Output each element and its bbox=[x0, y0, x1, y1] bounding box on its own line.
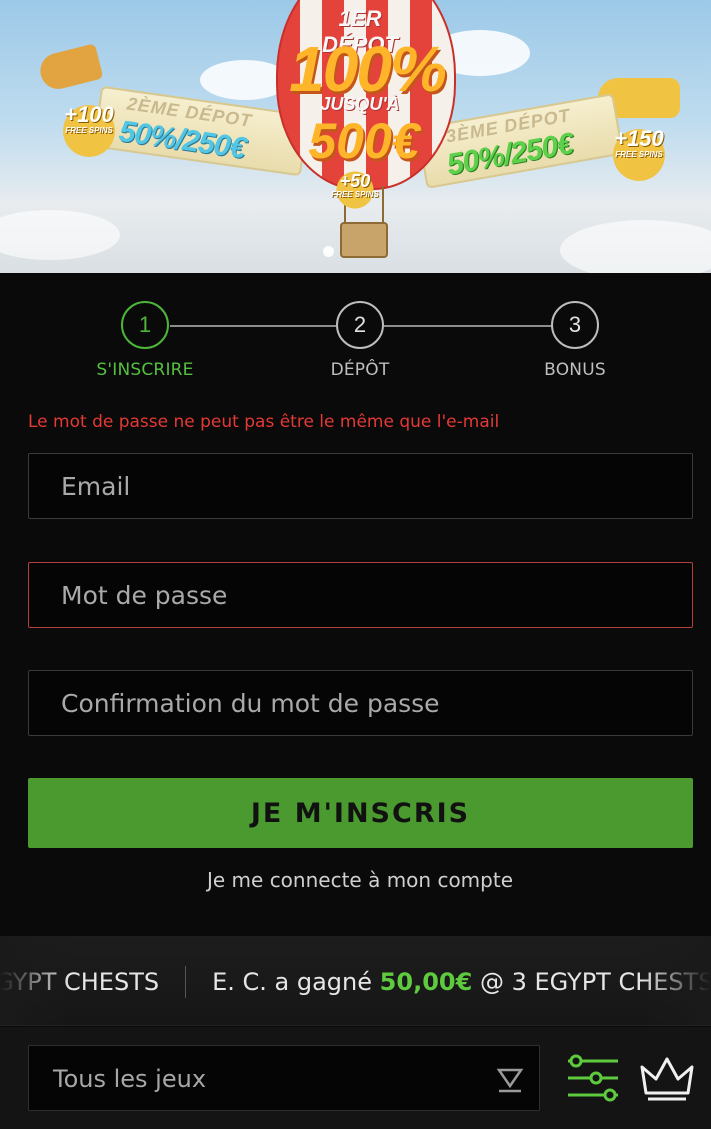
promo-banner[interactable]: 2ÈME DÉPOT 50%/250€ 3ÈME DÉPOT 50%/250€ … bbox=[0, 0, 711, 273]
ticker-fade-right bbox=[641, 936, 711, 1025]
deposit2-spins-number: +100 bbox=[64, 102, 114, 127]
email-field[interactable] bbox=[28, 453, 693, 519]
email-input[interactable] bbox=[29, 454, 692, 518]
step-connector bbox=[170, 325, 336, 327]
carousel-dot-active[interactable] bbox=[323, 246, 334, 257]
login-link[interactable]: Je me connecte à mon compte bbox=[0, 868, 711, 892]
deposit3-spins-badge: +150 FREE SPINS bbox=[606, 122, 672, 188]
balloon-basket bbox=[340, 222, 388, 258]
chevron-down-icon bbox=[496, 1068, 524, 1093]
deposit1-spins-badge: +50 FREE SPINS bbox=[330, 168, 380, 212]
ticker-win-amount: 50,00€ bbox=[379, 968, 473, 996]
deposit1-spins-label: FREE SPINS bbox=[331, 190, 379, 199]
balloon-rope bbox=[382, 186, 384, 224]
ticker-track: EGYPT CHESTS E. C. a gagné 50,00€ @ 3 EG… bbox=[0, 966, 711, 998]
ticker-divider bbox=[185, 966, 187, 998]
step-3-circle: 3 bbox=[551, 301, 599, 349]
step-2-circle: 2 bbox=[336, 301, 384, 349]
ticker-fade-left bbox=[0, 936, 70, 1025]
password-field[interactable] bbox=[28, 562, 693, 628]
ticker-winner-text: E. C. a gagné bbox=[212, 968, 373, 996]
deposit2-spins-label: FREE SPINS bbox=[65, 126, 113, 135]
step-1-circle: 1 bbox=[121, 301, 169, 349]
password-input[interactable] bbox=[29, 563, 692, 627]
deposit2-spins-badge: +100 FREE SPINS bbox=[56, 98, 122, 164]
winners-ticker: EGYPT CHESTS E. C. a gagné 50,00€ @ 3 EG… bbox=[0, 936, 711, 1026]
bottom-toolbar: Tous les jeux bbox=[0, 1027, 711, 1129]
cloud-decoration bbox=[560, 220, 711, 273]
register-button[interactable]: JE M'INSCRIS bbox=[28, 778, 693, 848]
deposit3-spins-number: +150 bbox=[614, 126, 664, 151]
deposit1-spins-number: +50 bbox=[339, 171, 371, 191]
crown-icon[interactable] bbox=[640, 1053, 694, 1103]
confirm-password-field[interactable] bbox=[28, 670, 693, 736]
game-category-select[interactable]: Tous les jeux bbox=[28, 1045, 540, 1111]
plane-illustration bbox=[36, 43, 104, 93]
step-connector bbox=[384, 325, 552, 327]
cloud-decoration bbox=[0, 210, 120, 260]
registration-stepper: 1 2 3 S'INSCRIRE DÉPÔT BONUS bbox=[0, 300, 711, 390]
confirm-password-input[interactable] bbox=[29, 671, 692, 735]
filter-sliders-icon[interactable] bbox=[566, 1051, 620, 1105]
password-error-message: Le mot de passe ne peut pas être le même… bbox=[28, 412, 500, 432]
step-3-label: BONUS bbox=[544, 360, 606, 380]
deposit3-spins-label: FREE SPINS bbox=[615, 150, 663, 159]
step-2-label: DÉPÔT bbox=[330, 360, 390, 380]
deposit1-amount: 500€ bbox=[308, 113, 420, 169]
game-category-value: Tous les jeux bbox=[53, 1065, 207, 1093]
step-1-label: S'INSCRIRE bbox=[96, 360, 194, 380]
